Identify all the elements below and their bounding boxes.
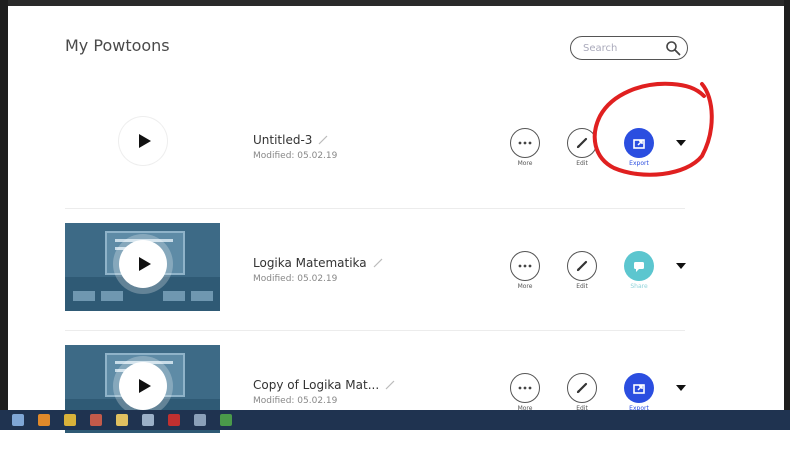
caret-down-icon[interactable] bbox=[676, 385, 686, 391]
modified-date: Modified: 05.02.19 bbox=[253, 274, 338, 284]
rename-pencil-icon[interactable] bbox=[373, 258, 383, 268]
pencil-icon bbox=[576, 137, 588, 149]
pencil-icon bbox=[576, 382, 588, 394]
edit-button[interactable]: Edit bbox=[567, 128, 597, 167]
powtoon-name[interactable]: Copy of Logika Mat... bbox=[253, 378, 395, 392]
row-divider bbox=[65, 208, 685, 209]
play-icon bbox=[138, 134, 151, 148]
search-icon[interactable] bbox=[665, 40, 681, 56]
export-circle[interactable] bbox=[624, 128, 654, 158]
more-circle[interactable] bbox=[510, 373, 540, 403]
caret-down-icon[interactable] bbox=[676, 140, 686, 146]
play-button[interactable] bbox=[119, 117, 167, 165]
powtoon-title: Logika Matematika bbox=[253, 256, 367, 270]
ellipsis-icon bbox=[518, 386, 532, 390]
more-circle[interactable] bbox=[510, 251, 540, 281]
export-button[interactable]: Export bbox=[624, 128, 654, 167]
monitor-bezel-top bbox=[0, 0, 790, 6]
share-button[interactable]: Share bbox=[624, 251, 654, 290]
edit-circle[interactable] bbox=[567, 373, 597, 403]
play-button[interactable] bbox=[119, 240, 167, 288]
edit-label: Edit bbox=[576, 160, 588, 167]
start-icon[interactable] bbox=[12, 414, 24, 426]
play-button[interactable] bbox=[119, 362, 167, 410]
search-box[interactable] bbox=[570, 36, 688, 60]
powtoon-thumbnail[interactable] bbox=[65, 100, 220, 188]
more-button[interactable]: More bbox=[510, 128, 540, 167]
pencil-icon bbox=[576, 260, 588, 272]
taskbar-app-icon[interactable] bbox=[194, 414, 206, 426]
edit-circle[interactable] bbox=[567, 251, 597, 281]
edit-label: Edit bbox=[576, 283, 588, 290]
powtoon-row: Logika Matematika Modified: 05.02.19 Mor… bbox=[0, 218, 790, 328]
more-label: More bbox=[517, 160, 533, 167]
powtoon-row: Untitled-3 Modified: 05.02.19 More Edit … bbox=[0, 95, 790, 205]
export-icon bbox=[633, 139, 645, 149]
more-label: More bbox=[517, 283, 533, 290]
taskbar-app-icon[interactable] bbox=[116, 414, 128, 426]
rename-pencil-icon[interactable] bbox=[385, 380, 395, 390]
powtoon-name[interactable]: Logika Matematika bbox=[253, 256, 383, 270]
taskbar-app-icon[interactable] bbox=[220, 414, 232, 426]
taskbar-app-icon[interactable] bbox=[64, 414, 76, 426]
export-icon bbox=[633, 384, 645, 394]
edit-button[interactable]: Edit bbox=[567, 251, 597, 290]
search-input[interactable] bbox=[581, 41, 665, 55]
taskbar-app-icon[interactable] bbox=[168, 414, 180, 426]
taskbar-app-icon[interactable] bbox=[38, 414, 50, 426]
modified-date: Modified: 05.02.19 bbox=[253, 151, 338, 161]
rename-pencil-icon[interactable] bbox=[318, 135, 328, 145]
edit-button[interactable]: Edit bbox=[567, 373, 597, 412]
export-button[interactable]: Export bbox=[624, 373, 654, 412]
edit-circle[interactable] bbox=[567, 128, 597, 158]
more-circle[interactable] bbox=[510, 128, 540, 158]
taskbar-app-icon[interactable] bbox=[90, 414, 102, 426]
page-title: My Powtoons bbox=[65, 36, 170, 55]
share-circle[interactable] bbox=[624, 251, 654, 281]
powtoon-title: Copy of Logika Mat... bbox=[253, 378, 380, 392]
export-circle[interactable] bbox=[624, 373, 654, 403]
share-label: Share bbox=[630, 283, 648, 290]
row-divider bbox=[65, 330, 685, 331]
modified-date: Modified: 05.02.19 bbox=[253, 396, 338, 406]
share-icon bbox=[634, 262, 644, 272]
powtoon-name[interactable]: Untitled-3 bbox=[253, 133, 328, 147]
ellipsis-icon bbox=[518, 141, 532, 145]
more-button[interactable]: More bbox=[510, 373, 540, 412]
windows-taskbar bbox=[0, 410, 790, 430]
ellipsis-icon bbox=[518, 264, 532, 268]
play-icon bbox=[138, 257, 151, 271]
taskbar-app-icon[interactable] bbox=[142, 414, 154, 426]
more-button[interactable]: More bbox=[510, 251, 540, 290]
export-label: Export bbox=[629, 160, 649, 167]
caret-down-icon[interactable] bbox=[676, 263, 686, 269]
powtoon-row: Copy of Logika Mat... Modified: 05.02.19… bbox=[0, 340, 790, 450]
powtoon-thumbnail[interactable] bbox=[65, 223, 220, 311]
powtoon-title: Untitled-3 bbox=[253, 133, 313, 147]
play-icon bbox=[138, 379, 151, 393]
